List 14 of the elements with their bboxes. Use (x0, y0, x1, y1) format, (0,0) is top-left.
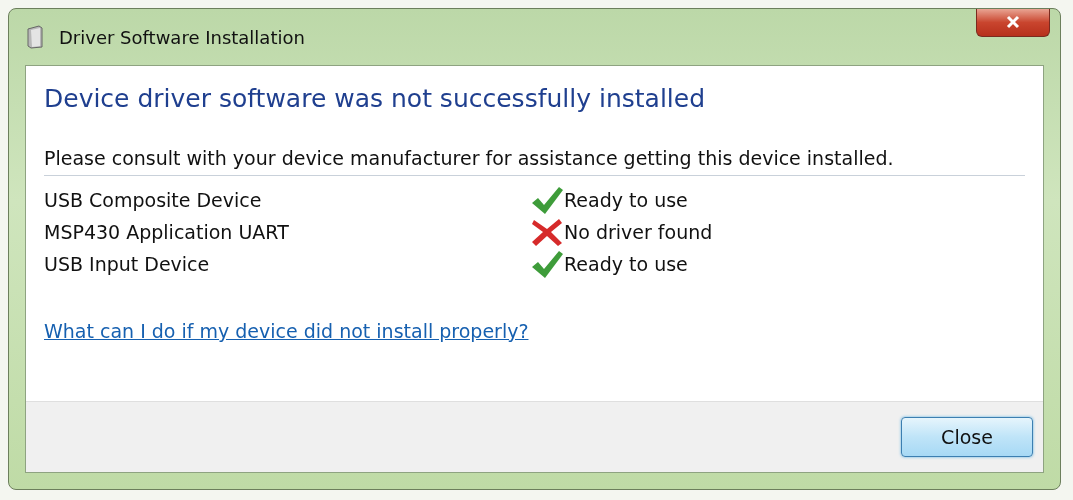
device-icon (25, 25, 45, 49)
device-status: Ready to use (564, 189, 689, 211)
device-name: USB Composite Device (44, 189, 263, 211)
close-button[interactable]: Close (901, 417, 1033, 457)
message-text: Please consult with your device manufacturer for assistance getting this device installed. (44, 147, 1025, 176)
device-status: Ready to use (564, 253, 689, 275)
close-icon (1006, 15, 1020, 29)
device-name: MSP430 Application UART (44, 221, 290, 243)
help-link[interactable]: What can I do if my device did not install properly? (44, 320, 529, 342)
device-name: USB Input Device (44, 253, 211, 275)
device-status: No driver found (564, 221, 714, 243)
dialog-heading: Device driver software was not successfully installed (44, 84, 707, 113)
close-button[interactable] (976, 9, 1050, 37)
window-title: Driver Software Installation (59, 26, 305, 48)
